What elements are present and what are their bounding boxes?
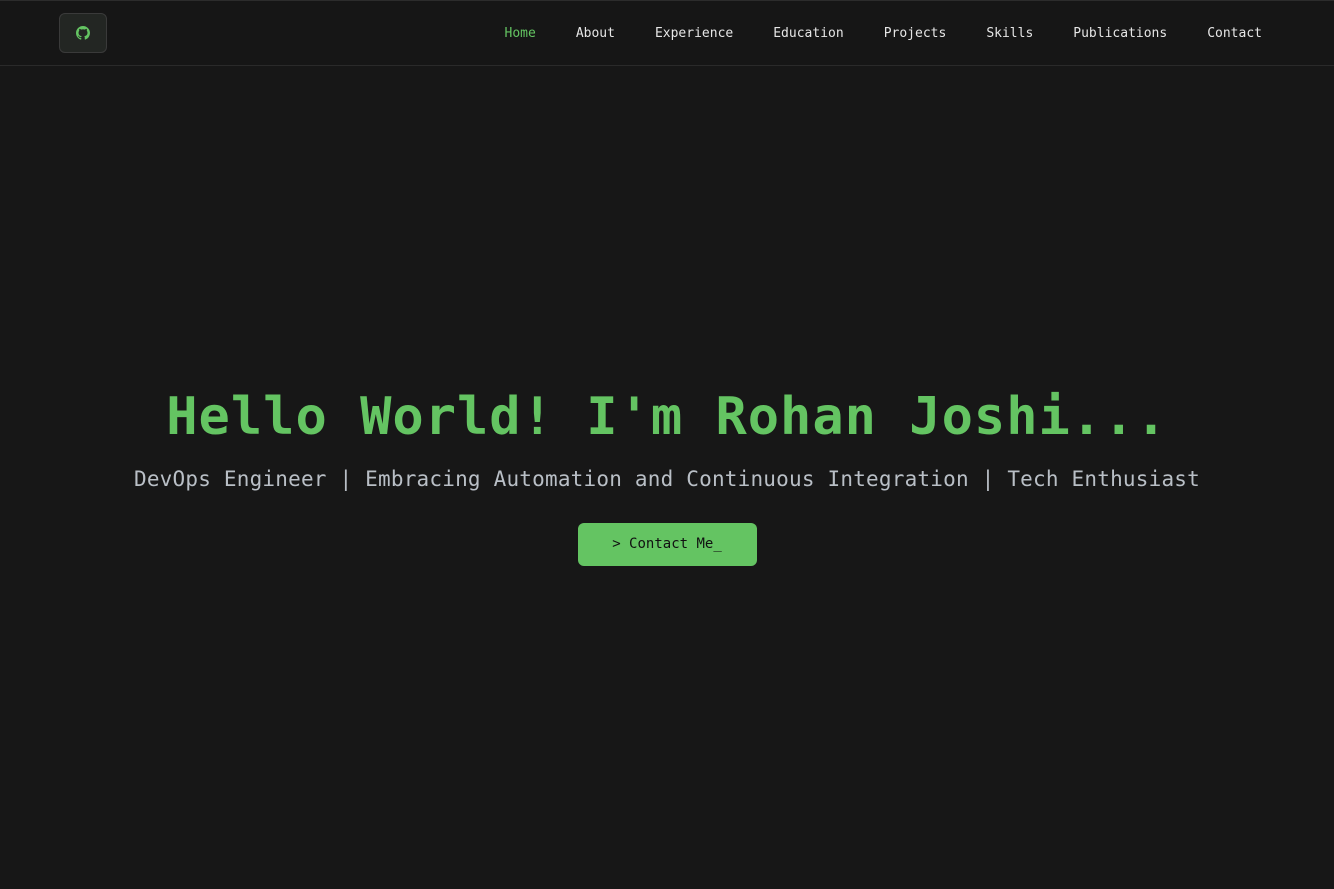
nav-link-contact[interactable]: Contact (1207, 26, 1262, 41)
github-logo-button[interactable] (59, 13, 107, 53)
hero-title: Hello World! I'm Rohan Joshi... (166, 387, 1168, 447)
navbar: Home About Experience Education Projects… (0, 1, 1334, 66)
nav-link-home[interactable]: Home (505, 26, 536, 41)
nav-link-projects[interactable]: Projects (884, 26, 947, 41)
nav-link-publications[interactable]: Publications (1073, 26, 1167, 41)
nav-link-experience[interactable]: Experience (655, 26, 733, 41)
nav-links: Home About Experience Education Projects… (465, 1, 1263, 66)
hero-subtitle: DevOps Engineer | Embracing Automation a… (134, 467, 1200, 491)
nav-link-about[interactable]: About (576, 26, 615, 41)
nav-link-education[interactable]: Education (773, 26, 843, 41)
page: Home About Experience Education Projects… (0, 0, 1334, 889)
nav-link-skills[interactable]: Skills (986, 26, 1033, 41)
github-icon (76, 26, 90, 40)
contact-me-button[interactable]: > Contact Me_ (577, 523, 757, 566)
hero-section: Hello World! I'm Rohan Joshi... DevOps E… (0, 387, 1334, 566)
